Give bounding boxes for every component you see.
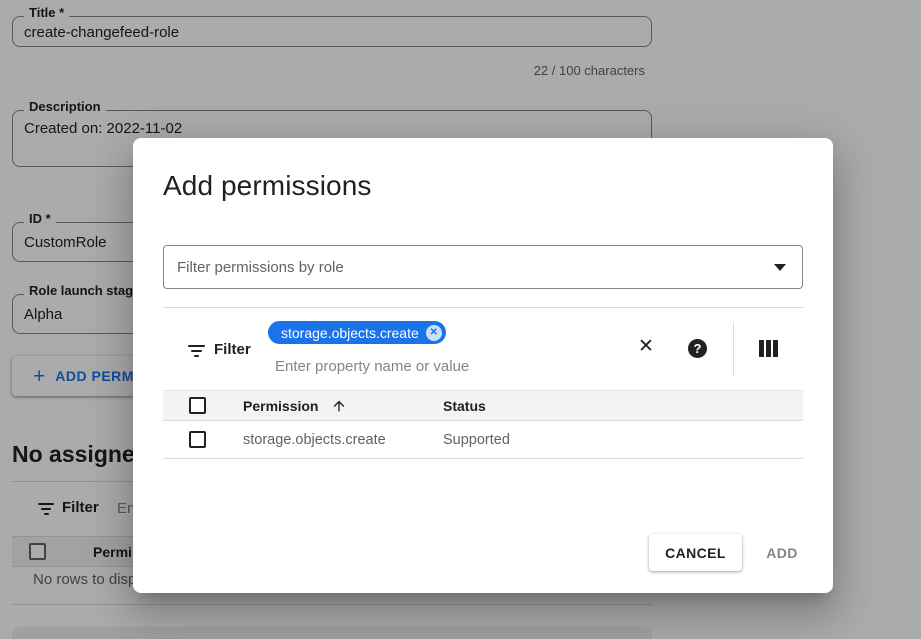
add-permissions-dialog: Add permissions Filter permissions by ro… <box>133 138 833 593</box>
add-button[interactable]: ADD <box>752 534 812 571</box>
sort-ascending-icon <box>331 398 347 414</box>
row-permission-cell: storage.objects.create <box>243 432 443 448</box>
filter-input[interactable]: Enter property name or value <box>275 358 469 375</box>
chevron-down-icon <box>774 264 786 271</box>
table-row[interactable]: storage.objects.create Supported <box>163 421 803 459</box>
cancel-button[interactable]: CANCEL <box>649 534 742 571</box>
filter-chip[interactable]: storage.objects.create ✕ <box>268 321 446 344</box>
filter-by-role-dropdown[interactable]: Filter permissions by role <box>163 245 803 289</box>
toolbar-divider <box>733 322 734 376</box>
help-icon[interactable]: ? <box>688 339 707 358</box>
column-display-options-icon[interactable] <box>759 340 778 357</box>
row-status-cell: Supported <box>443 432 803 448</box>
clear-filters-icon[interactable]: ✕ <box>638 336 654 358</box>
permissions-table: Permission Status storage.objects.create… <box>163 390 803 459</box>
permissions-filter-toolbar: Filter storage.objects.create ✕ Enter pr… <box>163 307 803 390</box>
filter-by-role-dropdown-label: Filter permissions by role <box>177 259 774 276</box>
select-all-checkbox[interactable] <box>189 397 206 414</box>
row-checkbox[interactable] <box>189 431 206 448</box>
chip-remove-icon[interactable]: ✕ <box>426 325 442 341</box>
filter-chip-label: storage.objects.create <box>281 325 419 341</box>
filter-label: Filter <box>214 341 251 358</box>
status-column-header[interactable]: Status <box>443 398 803 414</box>
filter-icon <box>188 345 205 357</box>
permissions-table-header: Permission Status <box>163 390 803 421</box>
permission-column-header[interactable]: Permission <box>243 398 443 414</box>
page: Title * create-changefeed-role 22 / 100 … <box>0 0 921 639</box>
dialog-title: Add permissions <box>163 170 371 202</box>
